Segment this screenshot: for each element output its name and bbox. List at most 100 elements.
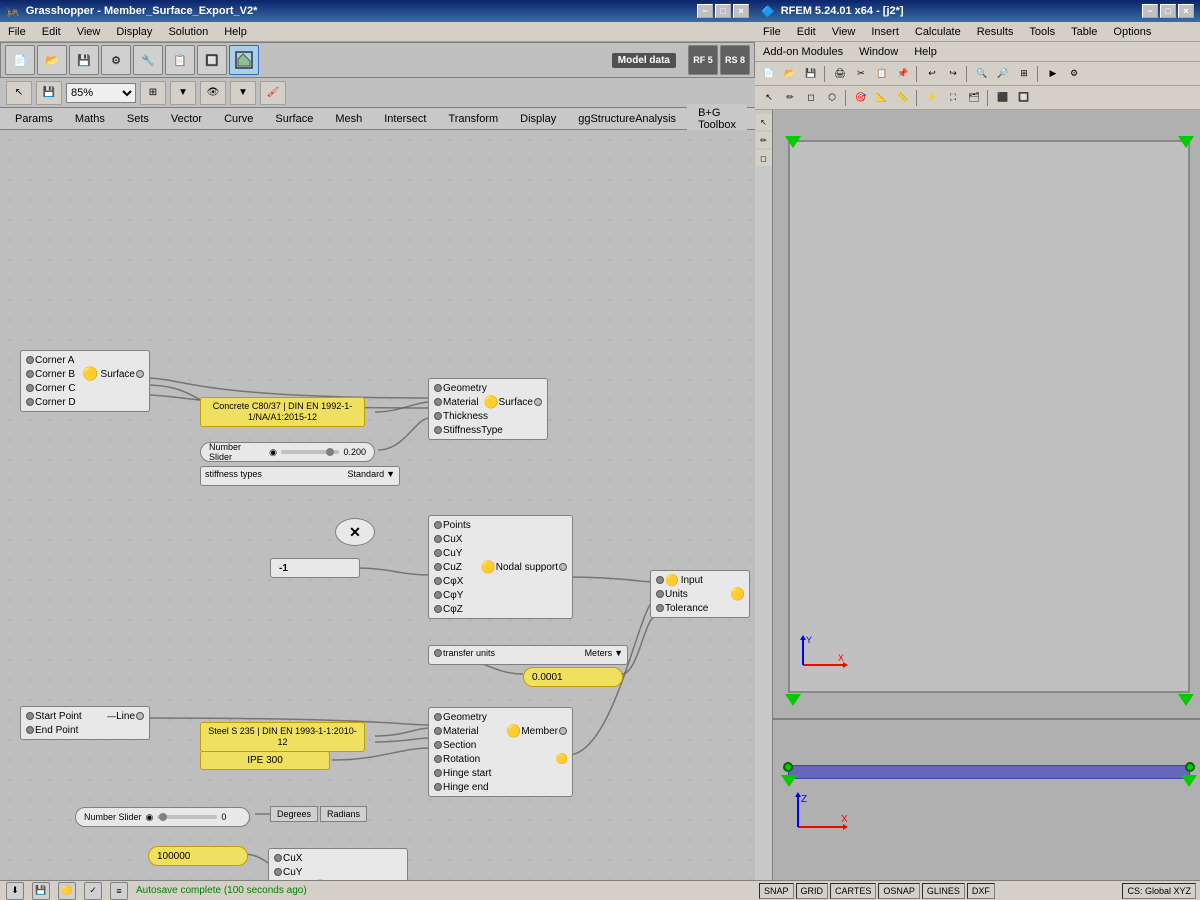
close-btn[interactable]: × — [733, 4, 749, 18]
view2-btn[interactable]: ▼ — [230, 81, 256, 105]
status-grid[interactable]: GRID — [796, 883, 829, 899]
toolbar-icon1[interactable]: ⚙ — [101, 45, 131, 75]
rfem-menu-file[interactable]: File — [755, 24, 789, 40]
rfem-tb-print[interactable]: 🖨 — [830, 65, 850, 83]
rfem-tb2-10[interactable]: 🗂 — [964, 89, 984, 107]
rf5-btn[interactable]: RF 5 — [688, 45, 718, 75]
status-icon2[interactable]: 💾 — [32, 882, 50, 900]
toolbar-icon5[interactable] — [229, 45, 259, 75]
left-tb-1[interactable]: ↖ — [756, 114, 772, 130]
radians-btn[interactable]: Radians — [320, 806, 367, 822]
rfem-tb2-8[interactable]: ⚡ — [922, 89, 942, 107]
rfem-tb2-9[interactable]: ⛶ — [943, 89, 963, 107]
rfem-tb2-12[interactable]: 🔲 — [1014, 89, 1034, 107]
tu-dropdown[interactable]: ▼ — [614, 648, 623, 658]
rfem-tb-zoom-out[interactable]: 🔎 — [993, 65, 1013, 83]
tab-intersect[interactable]: Intersect — [373, 110, 437, 127]
rfem-tb-zoom-in[interactable]: 🔍 — [972, 65, 992, 83]
status-icon5[interactable]: ≡ — [110, 882, 128, 900]
gh-canvas[interactable]: Corner A Corner B 🟡 Surface Corner C Cor… — [0, 130, 755, 880]
rfem-tb-render[interactable]: ▶ — [1043, 65, 1063, 83]
rfem-top-3d-view[interactable]: X Y — [773, 110, 1200, 720]
tab-maths[interactable]: Maths — [64, 110, 116, 127]
startend-node[interactable]: Start Point — Line End Point — [20, 706, 150, 740]
rfem-tb2-7[interactable]: 📏 — [893, 89, 913, 107]
rfem-3d-view[interactable]: X Y — [773, 110, 1200, 880]
slider-track-2[interactable] — [157, 815, 217, 819]
rfem-tb-paste[interactable]: 📌 — [893, 65, 913, 83]
status-snap[interactable]: SNAP — [759, 883, 794, 899]
neg1-node[interactable]: -1 — [270, 558, 360, 578]
tab-display[interactable]: Display — [509, 110, 567, 127]
rfem-menu-tools[interactable]: Tools — [1021, 24, 1063, 40]
status-dxf[interactable]: DXF — [967, 883, 995, 899]
rfem-tb-undo[interactable]: ↩ — [922, 65, 942, 83]
new-btn[interactable]: 📄 — [5, 45, 35, 75]
rfem-menu-view[interactable]: View — [824, 24, 864, 40]
tab-mesh[interactable]: Mesh — [324, 110, 373, 127]
rfem-minimize-btn[interactable]: − — [1142, 4, 1158, 18]
rfem-tb-open[interactable]: 📂 — [780, 65, 800, 83]
rfem-tb-zoom-all[interactable]: ⊞ — [1014, 65, 1034, 83]
rfem-tb-settings[interactable]: ⚙ — [1064, 65, 1084, 83]
tab-gg[interactable]: ggStructureAnalysis — [567, 110, 687, 127]
rfem-tb-copy[interactable]: 📋 — [872, 65, 892, 83]
rf-input-node[interactable]: 🟡 Input Units 🟡 Tolerance — [650, 570, 750, 618]
menu-help[interactable]: Help — [216, 24, 255, 40]
toolbar-icon2[interactable]: 🔧 — [133, 45, 163, 75]
number-slider-2[interactable]: Number Slider ◉ 0 — [75, 807, 250, 827]
rfem-maximize-btn[interactable]: □ — [1160, 4, 1176, 18]
rfem-tb-redo[interactable]: ↪ — [943, 65, 963, 83]
rfem-tb2-5[interactable]: 🎯 — [851, 89, 871, 107]
toolbar-icon3[interactable]: 📋 — [165, 45, 195, 75]
member-hinge-node[interactable]: CuX CuY CuZ 🟡 Member Hinge CφX CφY CφZ — [268, 848, 408, 880]
view-btn[interactable]: ▼ — [170, 81, 196, 105]
val-100000-node[interactable]: 100000 — [148, 846, 248, 866]
rfem-menu-edit[interactable]: Edit — [789, 24, 824, 40]
tab-bg[interactable]: B+G Toolbox — [687, 104, 747, 133]
value-0001-node[interactable]: 0.0001 — [523, 667, 623, 687]
tab-transform[interactable]: Transform — [437, 110, 509, 127]
tab-surface[interactable]: Surface — [264, 110, 324, 127]
transfer-units-node[interactable]: transfer units Meters ▼ — [428, 645, 628, 665]
rfem-menu-insert[interactable]: Insert — [863, 24, 907, 40]
menu-view[interactable]: View — [69, 24, 109, 40]
ipe-node[interactable]: IPE 300 — [200, 751, 330, 770]
rfem-menu-table[interactable]: Table — [1063, 24, 1105, 40]
tab-params[interactable]: Params — [4, 110, 64, 127]
cross-node[interactable]: ✕ — [335, 518, 375, 546]
rfem-bottom-3d-view[interactable]: X Z — [773, 720, 1200, 880]
rfem-tb2-4[interactable]: ⬡ — [822, 89, 842, 107]
status-icon3[interactable]: 🟡 — [58, 882, 76, 900]
rfem-tb2-6[interactable]: 📐 — [872, 89, 892, 107]
steel-node[interactable]: Steel S 235 | DIN EN 1993-1-1:2010-12 — [200, 722, 365, 752]
left-tb-3[interactable]: ◻ — [756, 150, 772, 166]
corners-node[interactable]: Corner A Corner B 🟡 Surface Corner C Cor… — [20, 350, 150, 412]
minimize-btn[interactable]: − — [697, 4, 713, 18]
addon-modules[interactable]: Add-on Modules — [755, 44, 851, 60]
number-slider-1[interactable]: Number Slider ◉ 0.200 — [200, 442, 375, 462]
rfem-menu-results[interactable]: Results — [969, 24, 1022, 40]
status-osnap[interactable]: OSNAP — [878, 883, 920, 899]
menu-file[interactable]: File — [0, 24, 34, 40]
left-tb-2[interactable]: ✏ — [756, 132, 772, 148]
rfem-tb-save[interactable]: 💾 — [801, 65, 821, 83]
addon-help[interactable]: Help — [906, 44, 945, 60]
status-cartes[interactable]: CARTES — [830, 883, 876, 899]
slider-track-1[interactable] — [281, 450, 340, 454]
tab-sets[interactable]: Sets — [116, 110, 160, 127]
maximize-btn[interactable]: □ — [715, 4, 731, 18]
rfem-tb2-2[interactable]: ✏ — [780, 89, 800, 107]
rfem-tb2-11[interactable]: ⬛ — [993, 89, 1013, 107]
status-glines[interactable]: GLINES — [922, 883, 965, 899]
rfem-tb2-3[interactable]: ◻ — [801, 89, 821, 107]
menu-solution[interactable]: Solution — [160, 24, 216, 40]
save-btn[interactable]: 💾 — [69, 45, 99, 75]
floppy-btn[interactable]: 💾 — [36, 81, 62, 105]
nodal-support-node[interactable]: Points CuX CuY CuZ 🟡 Nodal support CφX C… — [428, 515, 573, 619]
tab-curve[interactable]: Curve — [213, 110, 264, 127]
menu-edit[interactable]: Edit — [34, 24, 69, 40]
eye-btn[interactable]: 👁 — [200, 81, 226, 105]
stiffness-node[interactable]: stiffness types Standard ▼ — [200, 466, 400, 486]
status-icon4[interactable]: ✓ — [84, 882, 102, 900]
